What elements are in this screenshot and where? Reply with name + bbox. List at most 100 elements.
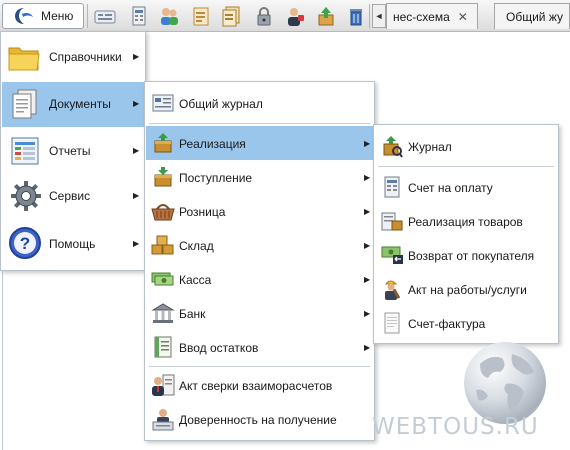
tax-invoice-icon [384,312,400,334]
menu-item-documents[interactable]: Документы ▶ [2,82,144,127]
menu-item-reports[interactable]: Отчеты ▶ [2,129,144,174]
reports-icon [11,137,39,165]
menu-item-label: Журнал [408,140,452,154]
documents-submenu: Общий журнал Реализация ▶ Поступление ▶ … [144,81,375,441]
lock-icon[interactable] [253,5,275,27]
menu-item-label: Счет-фактура [408,317,486,331]
menu-item-receipts[interactable]: Поступление ▶ [146,160,373,194]
help-icon: ? [9,227,41,259]
menu-divider [378,166,554,167]
close-icon[interactable]: ✕ [458,10,468,24]
menu-item-general-journal[interactable]: Общий журнал [146,86,373,120]
watermark-text: WEBTOUS.RU [372,414,539,440]
sales-box-icon [154,133,172,153]
users-icon[interactable] [158,5,180,27]
upload-icon[interactable] [315,5,337,27]
menu-item-label: Поступление [179,171,253,185]
journal-icon [152,94,174,112]
menu-item-goods-sale[interactable]: Реализация товаров [375,204,557,238]
menu-item-bank[interactable]: Банк ▶ [146,296,373,330]
receipt-box-icon [154,167,172,187]
chevron-right-icon: ▶ [364,241,371,250]
gear-icon [11,181,41,211]
user-manager-icon[interactable] [284,5,306,27]
chevron-right-icon: ▶ [364,275,371,284]
menu-item-label: Акт сверки взаиморасчетов [179,379,333,393]
documents-icon[interactable] [220,5,242,27]
chevron-right-icon: ▶ [133,239,140,248]
menu-item-label: Счет на оплату [408,181,493,195]
menu-item-retail[interactable]: Розница ▶ [146,194,373,228]
tab-label: нес-схема [393,9,450,24]
menu-item-label: Общий журнал [179,97,263,111]
menu-item-label: Ввод остатков [179,341,259,355]
menu-button[interactable]: Меню [2,3,84,29]
menu-item-label: Помощь [49,237,96,251]
menu-divider [149,123,370,124]
balances-icon [154,336,172,358]
invoice-icon [384,176,400,198]
tab-general-journal[interactable]: Общий жу [494,3,570,29]
sales-journal-icon [383,136,403,158]
menu-item-label: Склад [179,239,214,253]
chevron-right-icon: ▶ [133,191,140,200]
return-icon [381,246,403,264]
ledger-icon[interactable] [128,5,150,27]
menu-item-warehouse[interactable]: Склад ▶ [146,228,373,262]
menu-item-power-of-attorney[interactable]: Доверенность на получение [146,402,373,436]
menu-item-sales-journal[interactable]: Журнал [375,129,557,163]
chevron-right-icon: ▶ [364,309,371,318]
sales-submenu: Журнал Счет на оплату Реализация товаров… [373,124,559,344]
bank-icon [151,303,175,323]
menu-item-label: Банк [179,307,206,321]
goods-sale-icon [381,212,403,231]
tab-business-scheme[interactable]: нес-схема ✕ [386,3,478,29]
main-menu: Справочники ▶ Документы ▶ Отчеты ▶ Серви… [0,31,146,271]
svg-text:?: ? [20,234,30,253]
menu-item-label: Реализация [179,137,246,151]
calculator-icon[interactable] [93,5,117,27]
chevron-right-icon: ▶ [133,99,140,108]
toolbar: Меню ◄ нес-схема ✕ Общий жу [0,0,570,32]
reconciliation-icon [152,374,175,396]
menu-item-service[interactable]: Сервис ▶ [2,174,144,219]
chevron-right-icon: ▶ [133,52,140,61]
menu-item-tax-invoice[interactable]: Счет-фактура [375,306,557,340]
menu-item-help[interactable]: ? Помощь ▶ [2,219,144,269]
menu-item-label: Розница [179,205,226,219]
folder-icon [8,47,40,71]
chevron-right-icon: ▶ [364,343,371,352]
menu-item-reconciliation-act[interactable]: Акт сверки взаиморасчетов [146,368,373,402]
menu-item-label: Касса [179,273,212,287]
menu-item-label: Акт на работы/услуги [408,283,527,297]
chevron-right-icon: ▶ [364,139,371,148]
menu-item-directories[interactable]: Справочники ▶ [2,32,144,82]
menu-item-customer-return[interactable]: Возврат от покупателя [375,238,557,272]
menu-item-label: Реализация товаров [408,215,523,229]
chevron-right-icon: ▶ [133,146,140,155]
warehouse-icon [151,235,174,255]
menu-item-label: Отчеты [49,144,91,158]
menu-item-label: Доверенность на получение [179,413,337,427]
menu-item-opening-balances[interactable]: Ввод остатков ▶ [146,330,373,364]
cash-icon [151,272,174,286]
menu-item-label: Возврат от покупателя [408,249,535,263]
menu-item-label: Документы [49,97,111,111]
tab-scroll-left-button[interactable]: ◄ [372,4,386,28]
menu-item-label: Сервис [49,189,91,203]
menu-item-cash[interactable]: Касса ▶ [146,262,373,296]
menu-item-sales[interactable]: Реализация ▶ [146,126,373,160]
menu-item-work-act[interactable]: Акт на работы/услуги [375,272,557,306]
menu-divider [149,366,370,367]
power-of-attorney-icon [152,409,174,431]
document-icon[interactable] [190,5,212,27]
menu-item-payment-invoice[interactable]: Счет на оплату [375,170,557,204]
tab-label: Общий жу [506,9,563,24]
window-border [2,271,3,450]
menu-item-label: Справочники [49,50,122,64]
trash-icon[interactable] [345,5,367,27]
toolbar-separator [369,4,370,28]
basket-icon [151,204,175,221]
chevron-right-icon: ▶ [364,207,371,216]
work-act-icon [385,280,401,300]
